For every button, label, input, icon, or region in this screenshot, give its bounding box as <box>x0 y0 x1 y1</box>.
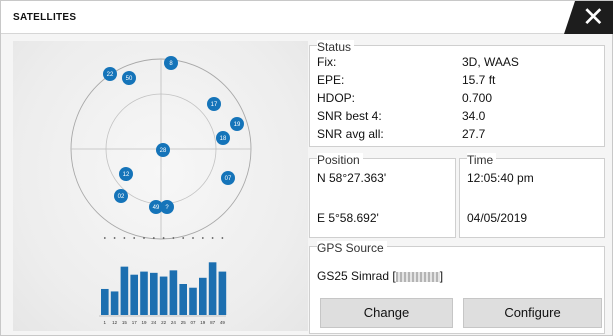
snr-bar <box>208 262 217 315</box>
snr-bar <box>120 266 129 315</box>
satellite-marker: 02 <box>114 189 128 203</box>
status-label: Status <box>317 40 355 54</box>
signal-dot <box>123 237 126 239</box>
satellite-id: 07 <box>225 176 232 182</box>
snr-bar <box>199 277 207 315</box>
satellite-marker: 50 <box>122 71 136 85</box>
gps-device-suffix: ] <box>439 269 444 283</box>
change-button[interactable]: Change <box>320 298 453 328</box>
satellite-markers: 8 22 50 17 18 19 28 12 07 02 49? <box>103 56 244 214</box>
signal-dot <box>103 237 106 239</box>
satellite-marker: ? <box>160 200 174 214</box>
position-panel: Position N 58°27.363' E 5°58.692' <box>309 153 456 238</box>
snr-avg-value: 27.7 <box>462 127 486 141</box>
satellite-id: 28 <box>160 148 167 154</box>
satellite-view: 8 22 50 17 18 19 28 12 07 02 49? 1 12 15 17 19 24 22 24 25… <box>13 41 308 331</box>
fix-key: Fix: <box>317 55 337 69</box>
snr-bar <box>179 284 187 315</box>
latitude-value: N 58°27.363' <box>317 171 387 185</box>
signal-dot <box>143 237 145 239</box>
satellite-marker: 07 <box>221 171 235 185</box>
satellite-marker: 17 <box>207 97 221 111</box>
bar-label: 24 <box>151 320 157 325</box>
bar-label: 25 <box>181 320 187 325</box>
bar-label: 22 <box>161 320 167 325</box>
gps-device-name: GS25 Simrad [] <box>317 269 443 283</box>
satellite-id: 49 <box>153 205 160 211</box>
satellite-id: 22 <box>107 72 114 78</box>
satellite-id: 19 <box>234 122 241 128</box>
bar-label: 12 <box>112 320 118 325</box>
snr-bar <box>218 271 227 315</box>
snr-avg-key: SNR avg all: <box>317 127 384 141</box>
epe-key: EPE: <box>317 73 345 87</box>
bar-label: 07 <box>190 320 196 325</box>
signal-dot <box>152 237 155 239</box>
bar-label: 24 <box>171 320 177 325</box>
gps-source-label: GPS Source <box>317 241 387 255</box>
satellite-id: 18 <box>220 136 227 142</box>
snr-bar <box>150 272 158 315</box>
gps-device-text: GS25 Simrad [ <box>317 269 396 283</box>
snr-bar <box>101 288 109 315</box>
satellite-id: 12 <box>123 172 130 178</box>
fix-value: 3D, WAAS <box>462 55 519 69</box>
time-label: Time <box>467 153 497 167</box>
configure-button[interactable]: Configure <box>463 298 602 328</box>
bar-label: 87 <box>210 320 216 325</box>
hdop-key: HDOP: <box>317 91 356 105</box>
bar-labels: 1 12 15 17 19 24 22 24 25 07 19 87 49 <box>104 320 226 325</box>
signal-dot <box>182 237 185 239</box>
satellite-id: 50 <box>126 76 133 82</box>
snr-bars <box>101 262 227 315</box>
snr-bar <box>130 274 138 315</box>
signal-dots <box>103 237 224 239</box>
bar-label: 19 <box>200 320 206 325</box>
time-panel: Time 12:05:40 pm 04/05/2019 <box>459 153 605 238</box>
snr-best-key: SNR best 4: <box>317 109 382 123</box>
dialog-title: SATELLITES <box>13 12 77 23</box>
sky-plot: 822501718192812070249? 1 12 15 17 19 24 22 24 25… <box>70 56 252 325</box>
signal-dot <box>133 237 136 239</box>
bar-label: 1 <box>104 320 107 325</box>
status-panel: Status Fix: 3D, WAAS EPE: 15.7 ft HDOP: … <box>309 40 605 147</box>
satellite-marker: 12 <box>119 167 133 181</box>
snr-bar <box>169 270 178 315</box>
signal-dot <box>162 237 165 239</box>
longitude-value: E 5°58.692' <box>317 211 379 225</box>
signal-dot <box>172 237 175 239</box>
snr-bar <box>189 287 197 315</box>
epe-value: 15.7 ft <box>462 73 496 87</box>
snr-best-value: 34.0 <box>462 109 486 123</box>
satellite-id: 02 <box>118 194 125 200</box>
bar-label: 19 <box>141 320 147 325</box>
signal-dot <box>221 237 224 239</box>
signal-dot <box>211 237 214 239</box>
signal-dot <box>201 237 204 239</box>
time-value: 12:05:40 pm <box>467 171 534 185</box>
satellite-id: 17 <box>211 102 218 108</box>
snr-bar <box>140 271 148 315</box>
signal-dot <box>192 237 194 239</box>
bar-label: 49 <box>220 320 226 325</box>
bar-label: 15 <box>122 320 128 325</box>
snr-bar <box>159 276 168 315</box>
close-button[interactable]: ✕ <box>564 1 613 34</box>
signal-dot <box>113 237 116 239</box>
satellite-marker: 22 <box>103 67 117 81</box>
bar-label: 17 <box>132 320 138 325</box>
satellite-marker: 18 <box>216 131 230 145</box>
redacted-serial <box>395 271 440 282</box>
snr-bar <box>110 291 119 315</box>
satellites-dialog: SATELLITES ✕ 8 22 50 17 18 19 28 12 07 02 49? 1 12 1… <box>0 0 613 336</box>
position-label: Position <box>317 153 363 167</box>
satellite-marker: 28 <box>156 143 170 157</box>
hdop-value: 0.700 <box>462 91 493 105</box>
title-bar: SATELLITES ✕ <box>1 1 613 34</box>
satellite-marker: 19 <box>230 117 244 131</box>
close-icon[interactable]: ✕ <box>582 3 605 32</box>
date-value: 04/05/2019 <box>467 211 528 225</box>
satellite-marker: 8 <box>164 56 178 70</box>
